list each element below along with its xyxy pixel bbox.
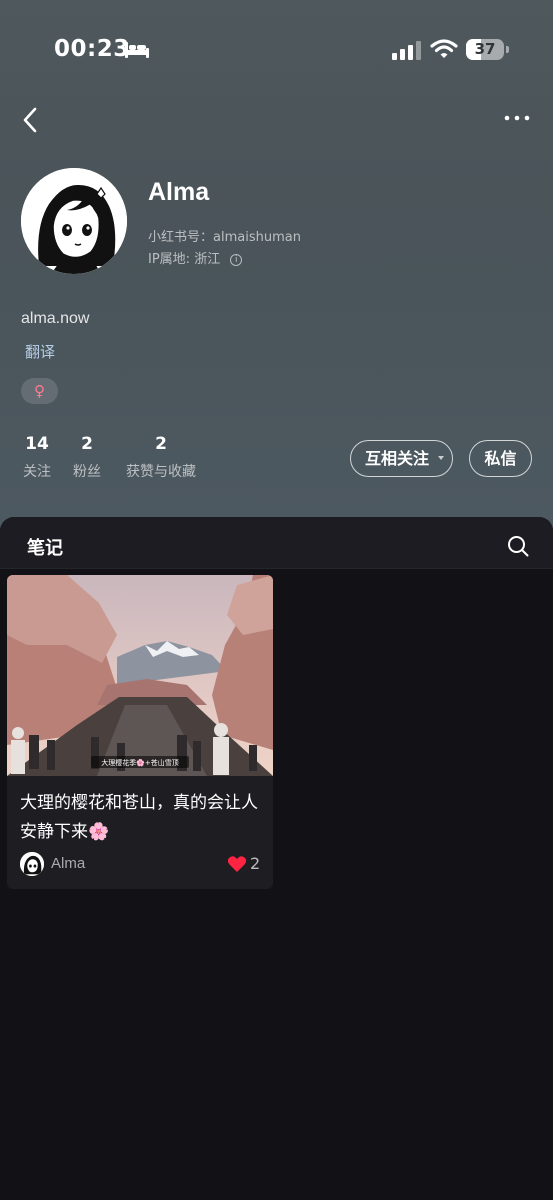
message-button[interactable]: 私信	[469, 440, 532, 477]
profile-avatar[interactable]	[21, 168, 127, 274]
battery-level: 37	[474, 40, 496, 58]
ip-location-row: IP属地: 浙江 i	[148, 248, 243, 267]
search-icon[interactable]	[506, 534, 530, 558]
stat-following-value: 14	[25, 434, 49, 454]
status-time: 00:23	[54, 36, 130, 62]
note-like-count: 2	[250, 854, 261, 873]
note-image-caption: 大理樱花季🌸+苍山雪顶	[101, 758, 179, 767]
gender-tag: ♀	[21, 378, 58, 404]
battery-icon: 37	[466, 39, 509, 61]
profile-id-label: 小红书号：	[148, 230, 214, 245]
note-title[interactable]: 大理的樱花和苍山，真的会让人安静下来🌸	[20, 789, 266, 847]
stat-likes-collections[interactable]: 2 获赞与收藏	[121, 434, 201, 481]
caret-down-icon	[438, 456, 444, 460]
stat-likes-value: 2	[155, 434, 167, 454]
anime-girl-avatar-icon	[21, 168, 127, 274]
stat-followers-value: 2	[81, 434, 93, 454]
note-cover-image[interactable]: 大理樱花季🌸+苍山雪顶	[7, 575, 273, 776]
anime-girl-avatar-icon	[20, 852, 44, 876]
ip-location-label: IP属地:	[148, 252, 195, 267]
status-bar: 00:23 37	[0, 0, 553, 100]
bed-icon	[125, 42, 149, 58]
stat-likes-label: 获赞与收藏	[126, 464, 196, 480]
mutual-follow-button[interactable]: 互相关注	[350, 440, 453, 477]
more-options-button[interactable]	[500, 108, 534, 128]
profile-id-row[interactable]: 小红书号：almaishuman	[148, 226, 301, 245]
translate-link[interactable]: 翻译	[25, 341, 55, 362]
ip-location-value: 浙江	[194, 252, 221, 267]
wifi-icon	[430, 39, 458, 58]
profile-id-value: almaishuman	[213, 230, 301, 245]
note-author-avatar[interactable]	[20, 852, 44, 876]
stat-followers[interactable]: 2 粉丝	[71, 434, 103, 481]
female-symbol-icon: ♀	[34, 382, 45, 400]
info-icon[interactable]: i	[230, 254, 243, 266]
mutual-follow-label: 互相关注	[365, 449, 430, 468]
stat-followers-label: 粉丝	[73, 464, 101, 480]
profile-username: Alma	[148, 178, 210, 206]
stat-following[interactable]: 14 关注	[21, 434, 53, 481]
stat-following-label: 关注	[23, 464, 51, 480]
back-button[interactable]	[18, 104, 46, 136]
profile-bio: alma.now	[21, 310, 90, 327]
notes-panel: 笔记 大理樱花季🌸+苍山雪顶 大理的樱花和苍山，真的会让人安静下来🌸 Alma …	[0, 517, 553, 1200]
signal-icon	[392, 41, 421, 60]
note-author-name[interactable]: Alma	[51, 855, 85, 872]
heart-icon[interactable]	[227, 855, 247, 873]
tab-notes[interactable]: 笔记	[27, 534, 63, 560]
notes-tab-bar: 笔记	[0, 517, 553, 569]
note-card[interactable]: 大理樱花季🌸+苍山雪顶 大理的樱花和苍山，真的会让人安静下来🌸 Alma 2	[7, 575, 273, 889]
